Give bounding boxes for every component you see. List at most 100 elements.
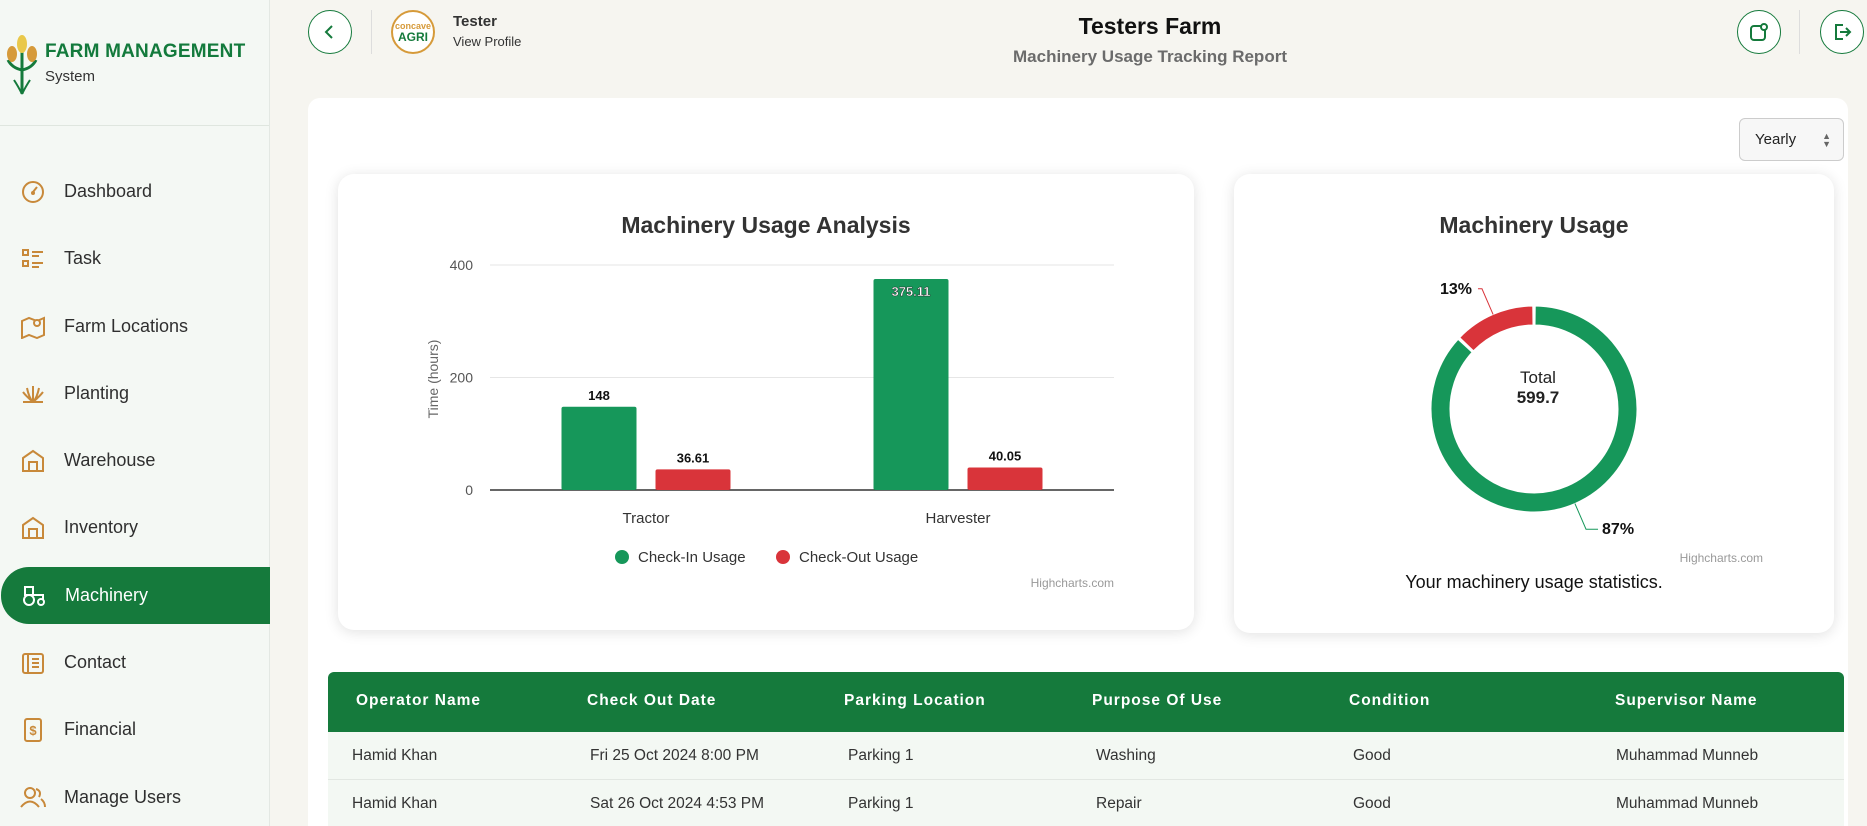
brand-subtitle: System	[45, 67, 96, 85]
legend-marker	[776, 550, 790, 564]
usage-donut-card: Machinery Usage 87% 13% Total 599.7 Highc…	[1234, 174, 1834, 633]
bar-value-label: 375.11	[891, 284, 930, 299]
bar-value-label: 148	[588, 388, 610, 403]
bar-value-label: 40.05	[989, 448, 1022, 463]
avatar-logo-line-2: AGRI	[398, 29, 428, 44]
notifications-button[interactable]	[1737, 10, 1781, 54]
profile-avatar[interactable]: concave AGRI	[391, 10, 435, 54]
brand: FARM MANAGEMENT System	[0, 0, 269, 126]
usage-analysis-chart: Machinery Usage Analysis Time (hours) 0 2…	[425, 212, 1114, 590]
column-header[interactable]: Check Out Date	[587, 692, 716, 710]
bar[interactable]	[873, 279, 949, 490]
table-cell: Hamid Khan	[352, 795, 438, 812]
column-header[interactable]: Supervisor Name	[1615, 692, 1758, 710]
table-cell: Fri 25 Oct 2024 8:00 PM	[590, 747, 759, 764]
sidebar-nav: Dashboard Task Farm Locations Planting W…	[0, 163, 270, 826]
period-select[interactable]: Yearly ▲ ▼	[1739, 118, 1844, 161]
x-tick-label: Tractor	[623, 510, 670, 527]
sidebar-item-financial[interactable]: $ Financial	[0, 701, 270, 758]
y-tick-label: 400	[450, 257, 474, 273]
sidebar-item-warehouse[interactable]: Warehouse	[0, 432, 270, 489]
badge-icon	[1750, 23, 1768, 41]
legend-label[interactable]: Check-In Usage	[638, 549, 746, 566]
sidebar-item-label: Warehouse	[64, 450, 156, 471]
select-arrows-icon: ▲ ▼	[1822, 131, 1831, 149]
svg-text:$: $	[29, 723, 37, 738]
period-select-value: Yearly	[1755, 131, 1797, 148]
sidebar-item-contact[interactable]: Contact	[0, 634, 270, 691]
map-pin-icon	[20, 313, 46, 340]
report-title: Machinery Usage Tracking Report	[1013, 47, 1287, 66]
y-tick-label: 0	[465, 482, 473, 498]
table-row[interactable]: Hamid Khan Fri 25 Oct 2024 8:00 PM Parki…	[328, 732, 1844, 780]
donut-chart-title: Machinery Usage	[1439, 212, 1628, 238]
bar[interactable]	[967, 467, 1043, 490]
logout-icon	[1835, 24, 1852, 40]
bar-chart-title: Machinery Usage Analysis	[621, 212, 910, 238]
profile-name: Tester	[453, 13, 497, 30]
wheat-logo-icon	[6, 34, 38, 94]
chevron-left-icon	[324, 25, 333, 39]
tractor-icon	[21, 582, 47, 608]
table-cell: Repair	[1096, 795, 1142, 812]
contact-icon	[20, 650, 46, 676]
sidebar-item-label: Machinery	[65, 584, 149, 605]
table-row[interactable]: Hamid Khan Sat 26 Oct 2024 4:53 PM Parki…	[328, 780, 1844, 826]
slice-percent-label: 13%	[1440, 281, 1472, 298]
table-cell: Good	[1353, 747, 1391, 764]
sidebar-item-label: Manage Users	[64, 786, 182, 807]
sidebar-item-task[interactable]: Task	[0, 230, 270, 287]
table-cell: Hamid Khan	[352, 747, 438, 764]
sidebar-item-label: Financial	[64, 719, 137, 740]
logout-button[interactable]	[1820, 10, 1864, 54]
y-axis-label: Time (hours)	[425, 340, 441, 419]
financial-icon: $	[20, 717, 46, 743]
donut-caption: Your machinery usage statistics.	[1405, 572, 1662, 592]
sidebar: FARM MANAGEMENT System Dashboard Task Fa…	[0, 0, 270, 826]
farm-title: Testers Farm	[1078, 13, 1222, 39]
sidebar-item-label: Planting	[64, 382, 130, 403]
back-button[interactable]	[308, 10, 352, 54]
sidebar-item-planting[interactable]: Planting	[0, 365, 270, 422]
inventory-icon	[20, 515, 46, 541]
x-tick-label: Harvester	[925, 510, 990, 527]
sidebar-item-inventory[interactable]: Inventory	[0, 499, 270, 556]
table-cell: Sat 26 Oct 2024 4:53 PM	[590, 795, 765, 812]
warehouse-icon	[20, 448, 46, 474]
connector-line	[1477, 288, 1494, 315]
table-cell: Muhammad Munneb	[1616, 795, 1759, 812]
sidebar-item-farm-locations[interactable]: Farm Locations	[0, 298, 270, 355]
bar[interactable]	[655, 469, 731, 490]
sidebar-item-label: Farm Locations	[64, 315, 189, 336]
header-divider	[1799, 10, 1800, 54]
table-header: Operator Name Check Out Date Parking Loc…	[328, 672, 1844, 732]
users-icon	[20, 784, 46, 810]
bar[interactable]	[561, 406, 637, 490]
header-divider	[371, 10, 372, 54]
table-cell: Washing	[1096, 747, 1156, 764]
view-profile-link[interactable]: View Profile	[453, 34, 521, 49]
machinery-usage-table: Operator Name Check Out Date Parking Loc…	[328, 672, 1844, 826]
sidebar-item-machinery[interactable]: Machinery	[1, 566, 270, 624]
chart-credits: Highcharts.com	[1031, 576, 1114, 590]
usage-donut-chart: Machinery Usage 87% 13% Total 599.7 Highc…	[1405, 212, 1763, 592]
plant-icon	[20, 380, 46, 406]
donut-slice[interactable]	[1459, 305, 1534, 352]
column-header[interactable]: Parking Location	[844, 692, 986, 710]
sidebar-item-manage-users[interactable]: Manage Users	[0, 769, 270, 826]
sidebar-item-label: Contact	[64, 652, 127, 673]
legend-marker	[615, 550, 629, 564]
column-header[interactable]: Purpose Of Use	[1092, 692, 1222, 710]
legend-label[interactable]: Check-Out Usage	[799, 549, 918, 566]
table-cell: Parking 1	[848, 795, 914, 812]
sidebar-item-dashboard[interactable]: Dashboard	[0, 163, 270, 220]
table-cell: Parking 1	[848, 747, 914, 764]
connector-line	[1574, 503, 1599, 530]
sidebar-item-label: Task	[64, 248, 102, 269]
column-header[interactable]: Operator Name	[356, 692, 481, 710]
y-tick-label: 200	[450, 370, 474, 386]
usage-analysis-card: Machinery Usage Analysis Time (hours) 0 2…	[338, 174, 1194, 630]
column-header[interactable]: Condition	[1349, 692, 1430, 710]
donut-center-label: Total	[1520, 368, 1556, 387]
donut-center-value: 599.7	[1517, 388, 1560, 407]
